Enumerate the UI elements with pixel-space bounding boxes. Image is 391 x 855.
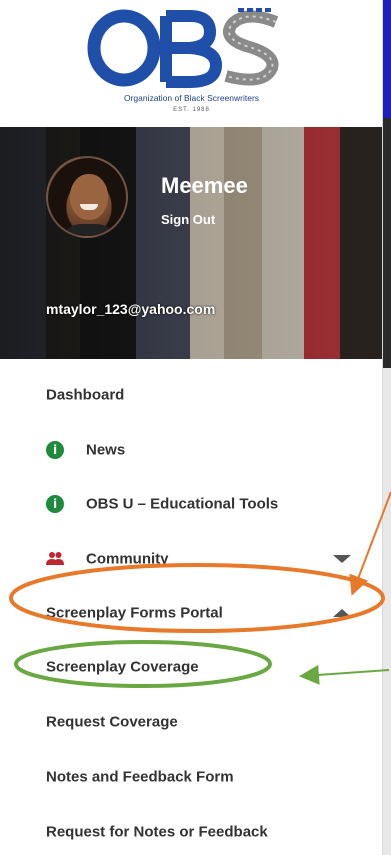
menu-item-notes-feedback-form[interactable]: Notes and Feedback Form [0, 757, 382, 797]
logo-est: EST. 1988 [173, 107, 210, 113]
info-icon: i [46, 441, 64, 459]
menu-item-label: Notes and Feedback Form [46, 768, 234, 786]
profile-banner: Meemee Sign Out mtaylor_123@yahoo.com [0, 127, 382, 359]
menu-item-community[interactable]: Community [0, 539, 382, 579]
menu-item-screenplay-coverage[interactable]: Screenplay Coverage [0, 647, 382, 687]
page: Organization of Black Screenwriters EST.… [0, 0, 391, 855]
chevron-up-icon[interactable] [333, 609, 351, 617]
menu-item-label: News [86, 441, 126, 459]
sidebar-drawer: Organization of Black Screenwriters EST.… [0, 0, 383, 855]
menu-item-label: OBS U – Educational Tools [86, 495, 279, 513]
menu-item-label: Request for Notes or Feedback [46, 823, 268, 841]
logo-header[interactable]: Organization of Black Screenwriters EST.… [0, 0, 382, 127]
people-icon [46, 552, 64, 565]
obs-logo [87, 8, 279, 88]
menu-item-label: Screenplay Coverage [46, 658, 199, 676]
menu-item-label: Dashboard [46, 386, 125, 404]
user-email: mtaylor_123@yahoo.com [46, 301, 216, 317]
info-icon: i [46, 495, 64, 513]
avatar[interactable] [46, 156, 128, 238]
menu-item-label: Screenplay Forms Portal [46, 604, 223, 622]
menu-item-dashboard[interactable]: Dashboard [0, 375, 382, 415]
menu-item-news[interactable]: i News [0, 430, 382, 470]
menu-item-label: Request Coverage [46, 713, 178, 731]
menu-item-label: Community [86, 550, 169, 568]
menu-item-request-notes-feedback[interactable]: Request for Notes or Feedback [0, 812, 382, 852]
menu-item-request-coverage[interactable]: Request Coverage [0, 702, 382, 742]
user-name: Meemee [161, 173, 248, 198]
logo-org-name: Organization of Black Screenwriters [123, 93, 260, 103]
background-page-edge [383, 0, 391, 855]
sign-out-link[interactable]: Sign Out [161, 212, 215, 227]
chevron-down-icon[interactable] [333, 555, 351, 563]
menu-item-obs-u[interactable]: i OBS U – Educational Tools [0, 484, 382, 524]
menu-item-screenplay-forms-portal[interactable]: Screenplay Forms Portal [0, 593, 382, 633]
